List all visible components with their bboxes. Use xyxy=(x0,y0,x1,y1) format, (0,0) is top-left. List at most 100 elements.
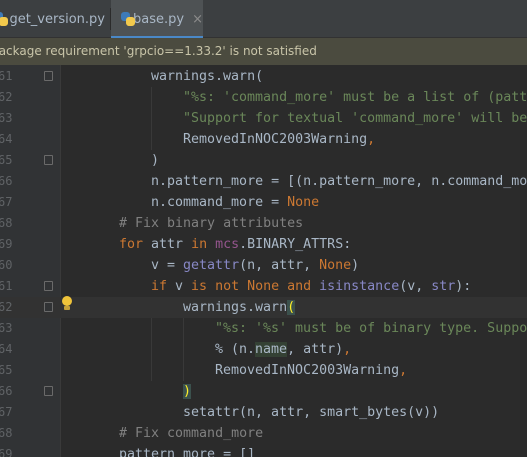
code-token: , attr) xyxy=(287,342,344,357)
code-line[interactable]: 68 # Fix command_more xyxy=(0,423,527,444)
code-token: mcs xyxy=(215,237,240,252)
close-icon[interactable]: × xyxy=(192,12,203,27)
line-number: 69 xyxy=(0,237,13,251)
tab-base[interactable]: base.py × xyxy=(111,0,203,39)
banner-text: Package requirement 'grpcio==1.33.2' is … xyxy=(0,44,317,58)
tab-label: get_version.py xyxy=(9,11,105,27)
code-text: ) xyxy=(183,381,192,402)
code-line[interactable]: 67 n.command_more = None xyxy=(0,192,527,213)
code-token: , xyxy=(343,342,352,357)
code-token: is not None and xyxy=(191,279,320,294)
fold-icon[interactable] xyxy=(44,386,53,396)
code-line[interactable]: 61 if v is not None and isinstance(v, str… xyxy=(0,276,527,297)
lightbulb-icon[interactable] xyxy=(60,296,74,312)
code-line[interactable]: 63 "%s: '%s' must be of binary type. Supp… xyxy=(0,318,527,339)
code-line[interactable]: 60 v = getattr(n, attr, None) xyxy=(0,255,527,276)
code-token: n.command_more = xyxy=(151,195,288,210)
fold-icon[interactable] xyxy=(44,71,53,81)
fold-icon[interactable] xyxy=(44,281,53,291)
code-token: % (n. xyxy=(215,342,256,357)
code-token: str xyxy=(431,279,456,294)
code-token: , xyxy=(399,363,408,378)
code-line[interactable]: 64 RemovedInNOC2003Warning, xyxy=(0,129,527,150)
code-token: if xyxy=(151,279,176,294)
code-token: warnings.warn( xyxy=(151,69,264,84)
code-token: None xyxy=(287,195,320,210)
python-file-icon xyxy=(0,12,8,26)
code-line[interactable]: 64 % (n.name, attr), xyxy=(0,339,527,360)
code-text: RemovedInNOC2003Warning, xyxy=(215,360,407,381)
code-line[interactable]: 66 n.pattern_more = [(n.pattern_more, n.c… xyxy=(0,171,527,192)
tab-get-version[interactable]: get_version.py xyxy=(0,0,105,38)
code-token: RemovedInNOC2003Warning xyxy=(215,363,400,378)
code-text: if v is not None and isinstance(v, str): xyxy=(151,276,471,297)
code-text: "%s: 'command_more' must be a list of (p… xyxy=(183,87,527,108)
code-token: v = xyxy=(151,258,184,273)
line-number: 67 xyxy=(0,195,13,209)
code-token: None xyxy=(319,258,352,273)
code-text: pattern_more = [] xyxy=(119,444,255,457)
code-line[interactable]: 65 RemovedInNOC2003Warning, xyxy=(0,360,527,381)
line-number: 69 xyxy=(0,447,13,457)
line-number: 63 xyxy=(0,111,13,125)
line-number: 62 xyxy=(0,300,13,314)
line-number: 66 xyxy=(0,174,13,188)
code-token: .BINARY_ATTRS: xyxy=(239,237,352,252)
python-file-icon xyxy=(121,12,135,26)
code-line[interactable]: 69 pattern_more = [] xyxy=(0,444,527,457)
code-token: # Fix command_more xyxy=(119,426,264,441)
code-token: , xyxy=(367,132,376,147)
code-token: for xyxy=(119,237,152,252)
indent-guide xyxy=(151,318,152,381)
code-token: "%s: 'command_more' must be a list of (p… xyxy=(183,90,527,105)
code-token: ( xyxy=(287,300,296,315)
line-number: 65 xyxy=(0,153,13,167)
code-text: for attr in mcs.BINARY_ATTRS: xyxy=(119,234,351,255)
code-token: isinstance xyxy=(319,279,400,294)
line-number: 63 xyxy=(0,321,13,335)
code-line[interactable]: 63 "Support for textual 'command_more' wi… xyxy=(0,108,527,129)
code-token: getattr xyxy=(183,258,240,273)
code-token: RemovedInNOC2003Warning xyxy=(183,132,368,147)
code-token: setattr(n, attr, smart_bytes(v)) xyxy=(183,405,440,420)
code-text: # Fix command_more xyxy=(119,423,263,444)
code-token: ): xyxy=(455,279,472,294)
code-line[interactable]: 69 for attr in mcs.BINARY_ATTRS: xyxy=(0,234,527,255)
line-number: 67 xyxy=(0,405,13,419)
line-number: 68 xyxy=(0,216,13,230)
code-line[interactable]: 65) xyxy=(0,150,527,171)
code-token: v xyxy=(175,279,192,294)
code-token: pattern_more = [] xyxy=(119,447,256,457)
line-number: 65 xyxy=(0,363,13,377)
tab-label: base.py xyxy=(133,11,185,27)
fold-icon[interactable] xyxy=(44,302,53,312)
code-text: "Support for textual 'command_more' will… xyxy=(183,108,527,129)
code-token: n.pattern_more = [(n.pattern_more, n.com… xyxy=(151,174,527,189)
code-token: ) xyxy=(351,258,360,273)
code-line[interactable]: 68 # Fix binary attributes xyxy=(0,213,527,234)
code-text: v = getattr(n, attr, None) xyxy=(151,255,359,276)
code-token: ) xyxy=(183,384,192,399)
code-line[interactable]: 66) xyxy=(0,381,527,402)
code-text: n.command_more = None xyxy=(151,192,319,213)
code-text: "%s: '%s' must be of binary type. Suppo xyxy=(215,318,527,339)
code-line[interactable]: 62 "%s: 'command_more' must be a list of … xyxy=(0,87,527,108)
line-number: 68 xyxy=(0,426,13,440)
line-number: 61 xyxy=(0,279,13,293)
code-token: "Support for textual 'command_more' will… xyxy=(183,111,527,126)
line-number: 60 xyxy=(0,258,13,272)
requirement-warning-banner: Package requirement 'grpcio==1.33.2' is … xyxy=(0,38,527,65)
code-text: warnings.warn( xyxy=(151,66,263,87)
code-token: in xyxy=(191,237,216,252)
line-number: 66 xyxy=(0,384,13,398)
line-number: 64 xyxy=(0,342,13,356)
code-line[interactable]: 67 setattr(n, attr, smart_bytes(v)) xyxy=(0,402,527,423)
code-text: RemovedInNOC2003Warning, xyxy=(183,129,375,150)
code-line[interactable]: 61 warnings.warn( xyxy=(0,66,527,87)
code-token: warnings.warn xyxy=(183,300,288,315)
code-line[interactable]: 62 warnings.warn( xyxy=(0,297,527,318)
line-number: 61 xyxy=(0,69,13,83)
code-text: n.pattern_more = [(n.pattern_more, n.com… xyxy=(151,171,527,192)
fold-icon[interactable] xyxy=(44,155,53,165)
indent-guide xyxy=(151,87,152,150)
